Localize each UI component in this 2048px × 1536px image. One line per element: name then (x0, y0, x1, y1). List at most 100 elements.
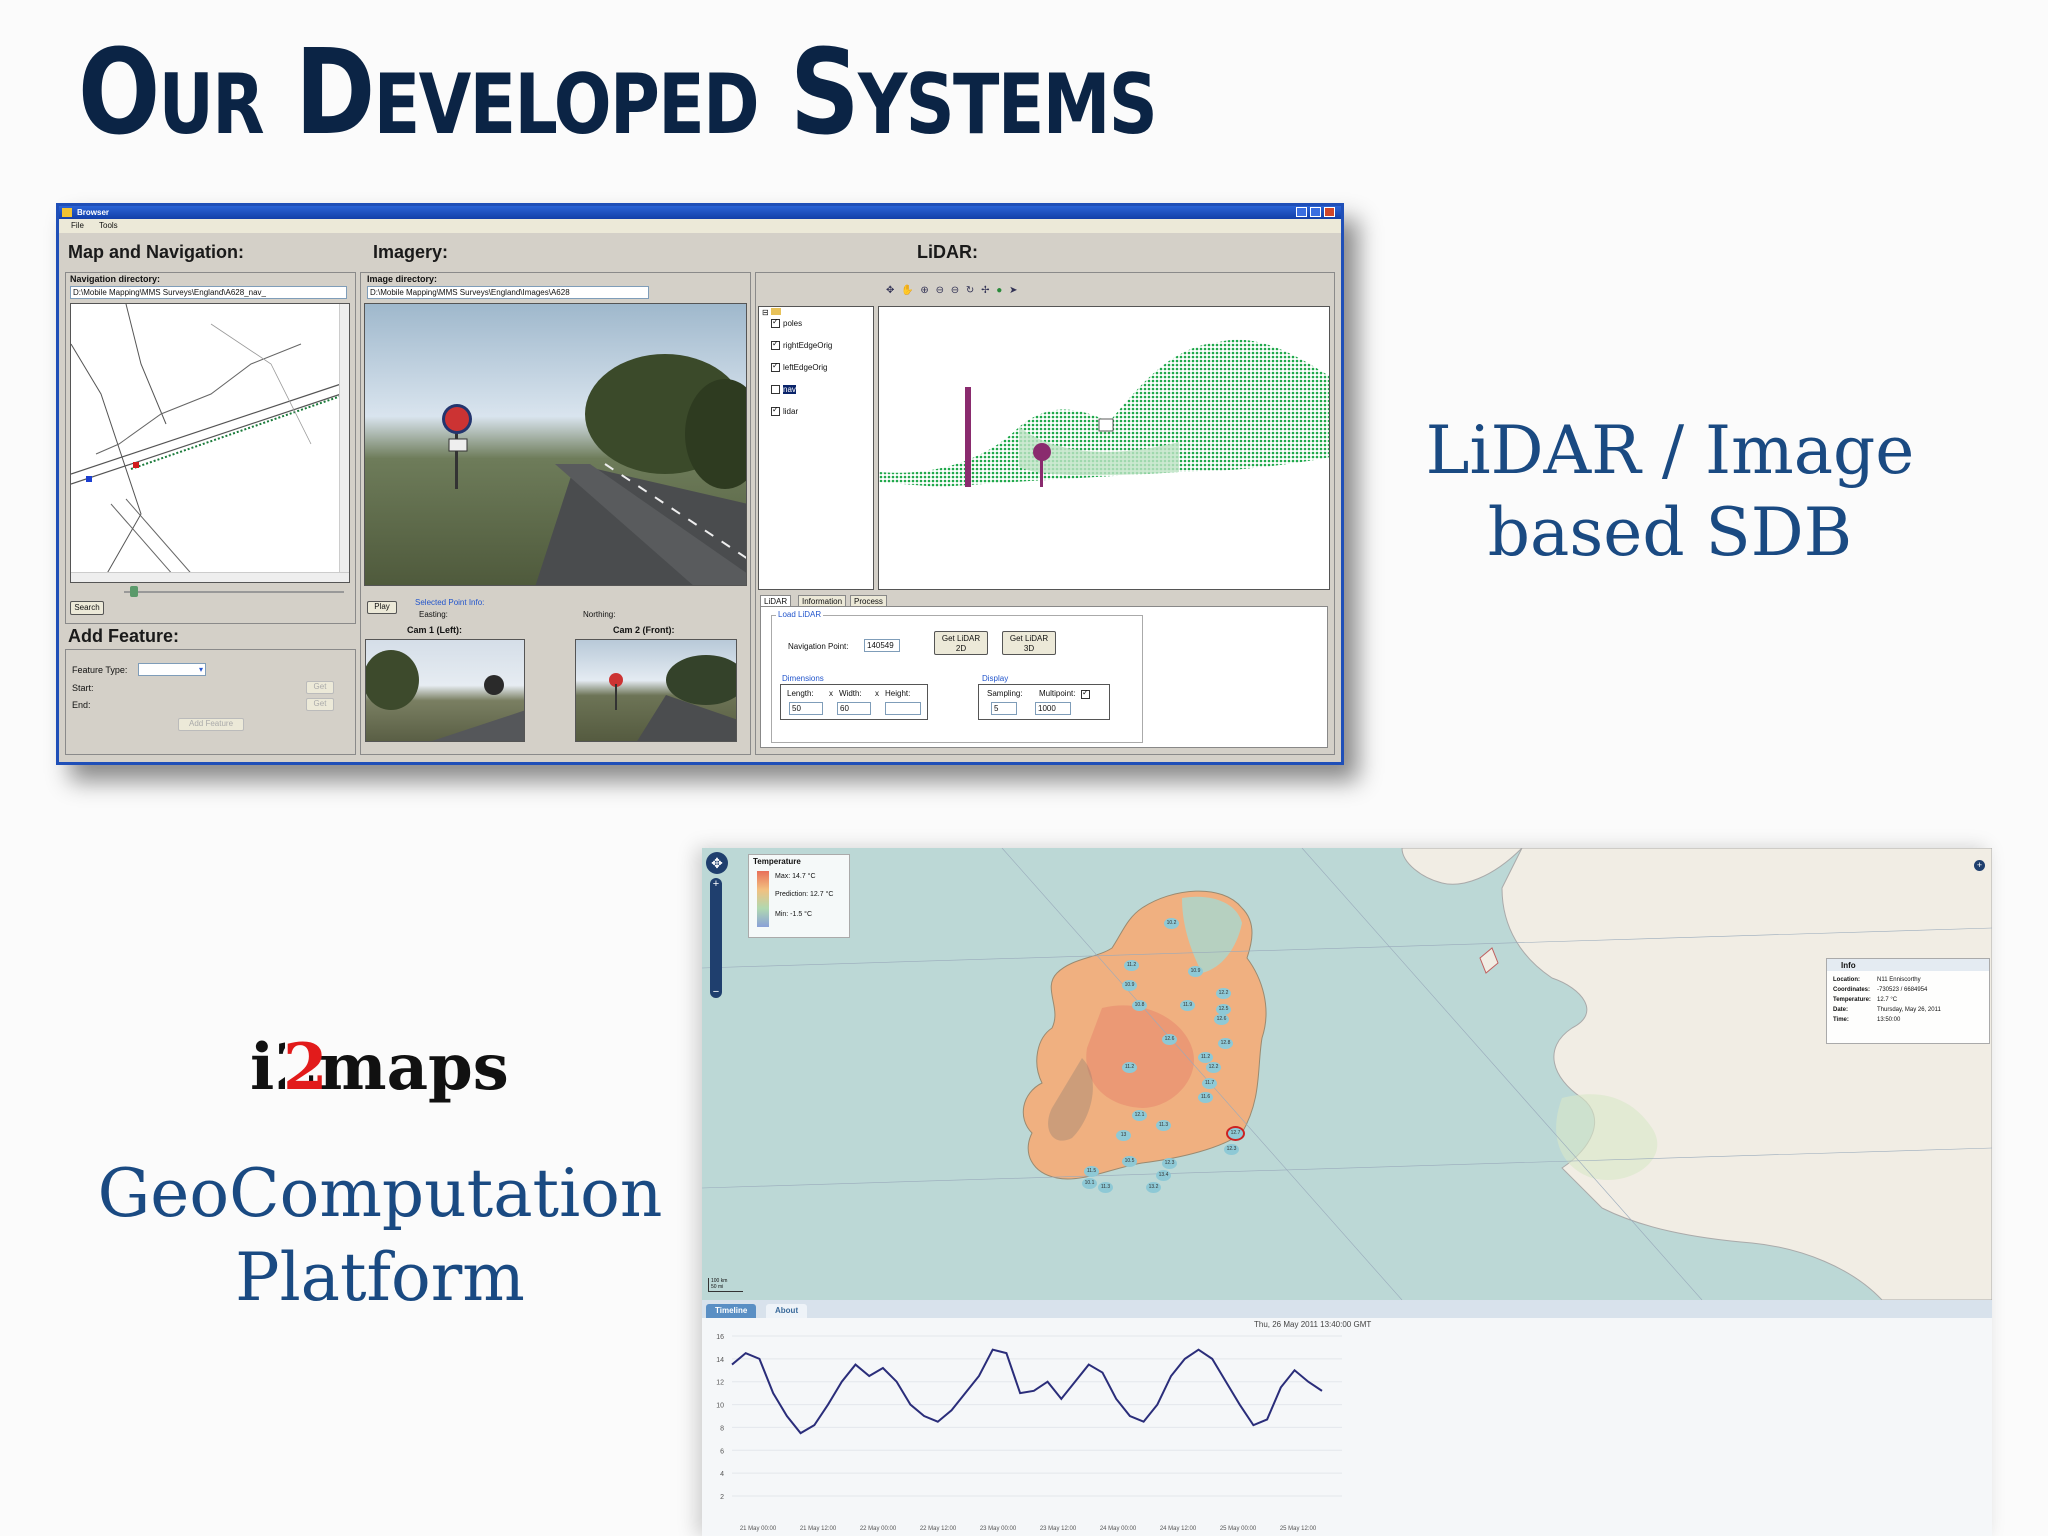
temp-marker[interactable]: 10.9 (1122, 980, 1137, 991)
temp-marker[interactable]: 12.8 (1218, 1038, 1233, 1049)
temp-marker[interactable]: 11.6 (1198, 1092, 1213, 1103)
y-tick-label: 12 (716, 1380, 724, 1387)
multipoint-checkbox[interactable] (1081, 688, 1090, 699)
nav-map-hscroll[interactable] (71, 572, 349, 582)
lidar-3d-view[interactable] (878, 306, 1330, 590)
add-feature-button[interactable]: Add Feature (178, 718, 244, 731)
height-field[interactable] (885, 702, 921, 715)
zoom-in-icon[interactable]: + (710, 878, 722, 890)
nav-map-vscroll[interactable] (339, 304, 349, 582)
temp-marker[interactable]: 10.8 (1132, 1000, 1147, 1011)
pan-icon[interactable]: ✥ (886, 285, 896, 296)
maximize-icon[interactable] (1310, 207, 1321, 217)
menu-file[interactable]: File (71, 219, 84, 233)
temp-marker[interactable]: 11.2 (1122, 1062, 1137, 1073)
temp-marker-selected[interactable]: 12.7 (1226, 1126, 1245, 1141)
temp-marker[interactable]: 11.5 (1084, 1166, 1099, 1177)
get-start-button[interactable]: Get (306, 681, 334, 694)
temp-marker[interactable]: 10.2 (1164, 918, 1179, 929)
zoom-in-icon[interactable]: ⊕ (920, 285, 930, 296)
width-field[interactable]: 60 (837, 702, 871, 715)
move-icon[interactable]: ✢ (981, 285, 991, 296)
button-label: Get LiDAR (1009, 634, 1049, 643)
get-lidar-3d-button[interactable]: Get LiDAR 3D (1002, 631, 1056, 655)
layer-tree[interactable]: ⊟ poles rightEdgeOrig leftEdgeOrig nav l… (758, 306, 874, 590)
feature-type-select[interactable]: ▾ (138, 663, 206, 676)
zoom-slider-track[interactable] (124, 591, 344, 593)
i2maps-screenshot: 10.2 11.2 10.9 12.2 10.9 10.8 11.9 12.5 … (702, 848, 1992, 1536)
logo-digit: 2 (283, 1030, 328, 1105)
cam2-image (575, 639, 737, 742)
temp-marker[interactable]: 12.3 (1162, 1158, 1177, 1169)
nav-map-view[interactable] (70, 303, 350, 583)
minimize-icon[interactable] (1296, 207, 1307, 217)
window-title: Browser (77, 208, 110, 217)
multipoint-field[interactable]: 1000 (1035, 702, 1071, 715)
temp-marker[interactable]: 11.3 (1098, 1182, 1113, 1193)
temp-marker[interactable]: 11.2 (1124, 960, 1139, 971)
layer-row-lidar[interactable]: lidar (759, 405, 798, 417)
close-icon[interactable] (1324, 207, 1335, 217)
layer-row-rightedge[interactable]: rightEdgeOrig (759, 339, 832, 351)
tab-about[interactable]: About (766, 1304, 808, 1318)
play-button[interactable]: Play (367, 601, 397, 614)
search-button[interactable]: Search (70, 601, 104, 615)
layer-checkbox[interactable] (771, 361, 780, 373)
rotate-icon[interactable]: ↻ (966, 285, 976, 296)
street-image (364, 303, 747, 586)
x-tick-label: 25 May 00:00 (1220, 1526, 1257, 1532)
layer-checkbox[interactable] (771, 317, 780, 329)
x-tick-label: 24 May 00:00 (1100, 1526, 1137, 1532)
lidar-panel: ✥ ✋ ⊕ ⊖ ⊖ ↻ ✢ ● ➤ ⊟ poles rightEdgeOrig … (755, 272, 1335, 755)
temp-marker[interactable]: 12.3 (1224, 1144, 1239, 1155)
temperature-map[interactable]: 10.2 11.2 10.9 12.2 10.9 10.8 11.9 12.5 … (702, 848, 1992, 1300)
sampling-field[interactable]: 5 (991, 702, 1017, 715)
zoom-extent-icon[interactable]: ⊖ (951, 285, 961, 296)
temp-marker[interactable]: 11.7 (1202, 1078, 1217, 1089)
platform-caption: GeoComputation Platform (90, 1152, 670, 1320)
length-field[interactable]: 50 (789, 702, 823, 715)
layer-row-nav[interactable]: nav (759, 385, 796, 395)
layer-name: poles (783, 319, 803, 328)
menu-tools[interactable]: Tools (99, 219, 118, 233)
window-titlebar: Browser (59, 206, 1341, 219)
temp-marker[interactable]: 12.6 (1162, 1034, 1177, 1045)
temp-marker[interactable]: 13.2 (1146, 1182, 1161, 1193)
layer-checkbox[interactable] (771, 339, 780, 351)
layer-checkbox[interactable] (771, 405, 780, 417)
nav-map-drawing (71, 304, 342, 582)
layer-row-poles[interactable]: poles (759, 317, 803, 329)
temp-marker[interactable]: 10.5 (1122, 1156, 1137, 1167)
end-label: End: (72, 700, 91, 710)
layer-checkbox[interactable] (771, 385, 780, 395)
temp-marker[interactable]: 12.2 (1216, 988, 1231, 999)
pointer-icon[interactable]: ➤ (1009, 285, 1019, 296)
zoom-out-icon[interactable]: − (710, 986, 722, 998)
nav-dir-field[interactable]: D:\Mobile Mapping\MMS Surveys\England\A6… (70, 286, 347, 299)
hand-icon[interactable]: ✋ (901, 285, 915, 296)
temperature-timeline-chart[interactable]: 2 4 6 8 10 12 14 16 21 May 00:00 21 May 12:00 22 M… (702, 1328, 1342, 1536)
temp-marker[interactable]: 13 (1116, 1130, 1131, 1141)
temp-marker[interactable]: 12.2 (1206, 1062, 1221, 1073)
temp-marker[interactable]: 11.9 (1180, 1000, 1195, 1011)
tree-root: ⊟ (762, 308, 781, 317)
get-lidar-2d-button[interactable]: Get LiDAR 2D (934, 631, 988, 655)
tab-timeline[interactable]: Timeline (706, 1304, 757, 1318)
temp-marker[interactable]: 11.3 (1156, 1120, 1171, 1131)
temp-marker[interactable]: 10.9 (1188, 966, 1203, 977)
image-dir-field[interactable]: D:\Mobile Mapping\MMS Surveys\England\Im… (367, 286, 649, 299)
zoom-bar[interactable] (710, 878, 722, 998)
temp-marker[interactable]: 12.1 (1132, 1110, 1147, 1121)
zoom-slider-handle[interactable] (130, 586, 138, 597)
pan-control-icon[interactable]: ✥ (706, 852, 728, 874)
temp-marker[interactable]: 13.4 (1156, 1170, 1171, 1181)
layer-switcher-icon[interactable]: + (1974, 860, 1985, 871)
zoom-out-icon[interactable]: ⊖ (936, 285, 946, 296)
globe-icon[interactable]: ● (996, 285, 1004, 296)
legend-max: Max: 14.7 °C (775, 873, 816, 880)
temp-marker[interactable]: 10.1 (1082, 1178, 1097, 1189)
temp-marker[interactable]: 12.6 (1214, 1014, 1229, 1025)
nav-point-field[interactable]: 140549 (864, 639, 900, 652)
layer-row-leftedge[interactable]: leftEdgeOrig (759, 361, 827, 373)
get-end-button[interactable]: Get (306, 698, 334, 711)
